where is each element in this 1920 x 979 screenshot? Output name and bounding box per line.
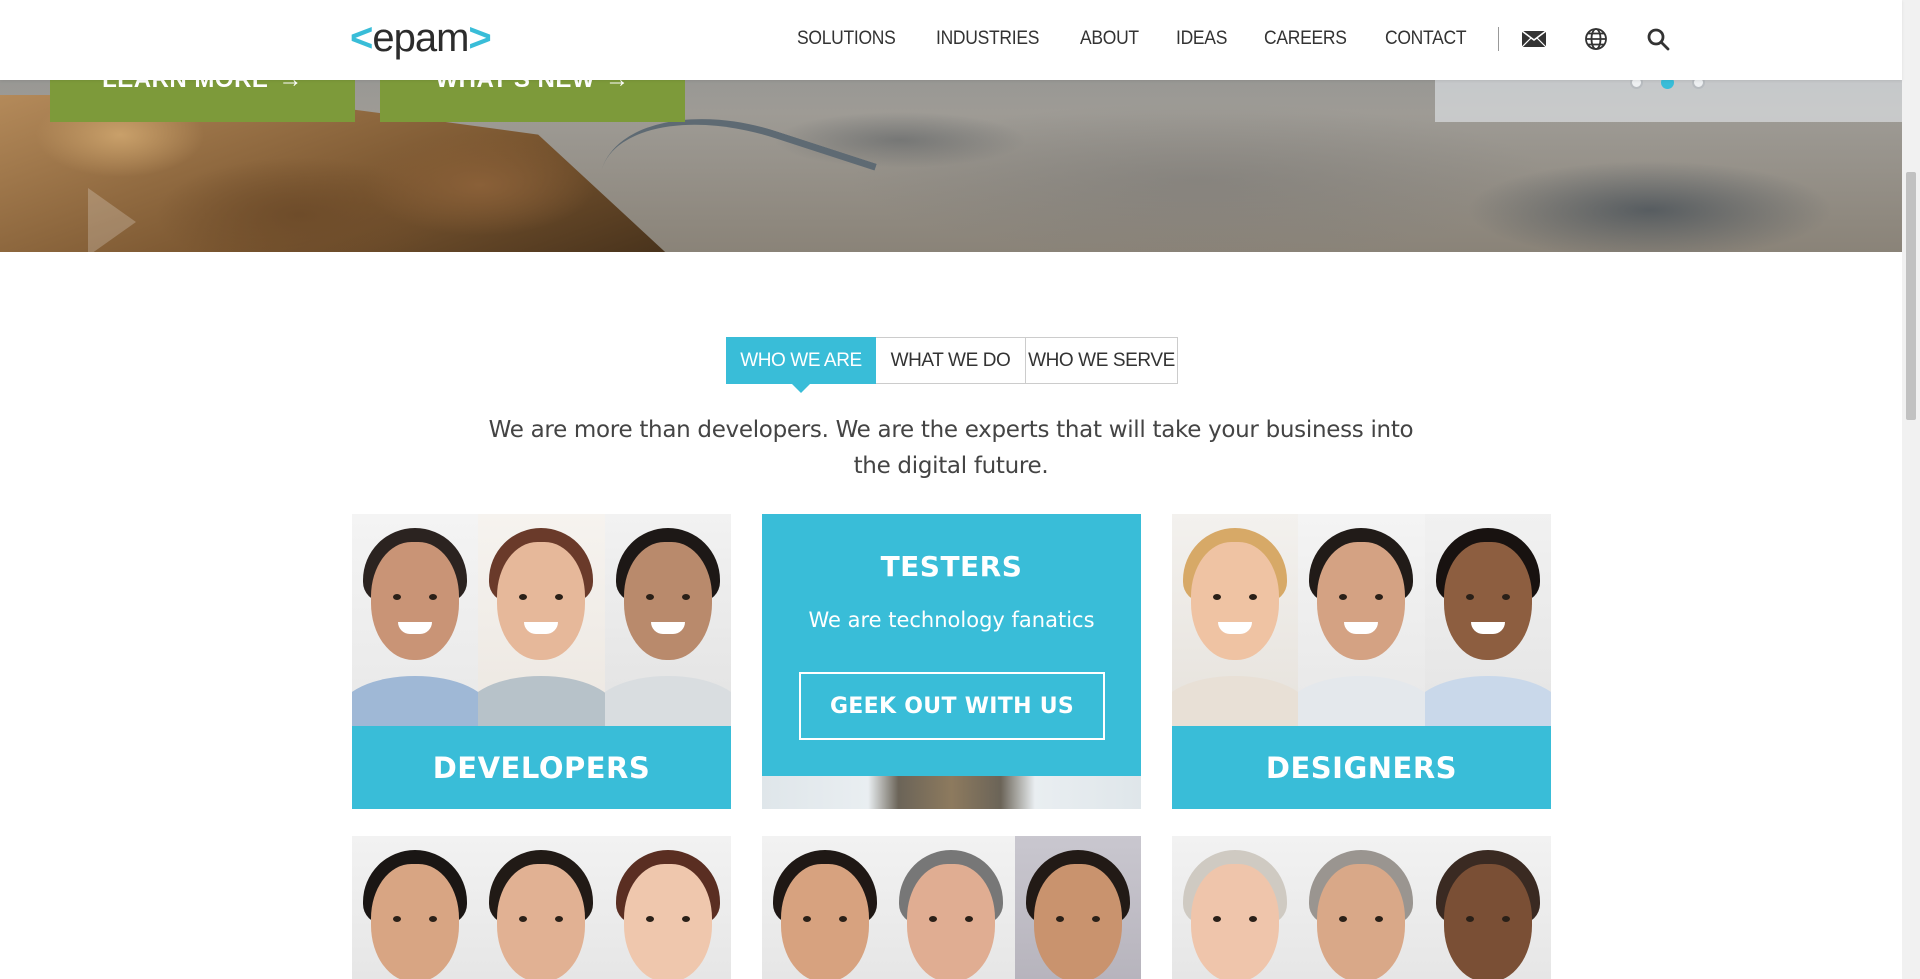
people-card[interactable]: [1172, 836, 1551, 979]
site-header: <epam> SOLUTIONS INDUSTRIES ABOUT IDEAS …: [0, 0, 1902, 80]
logo-bracket-left: <: [350, 16, 373, 60]
logo-bracket-right: >: [468, 16, 491, 60]
designers-card[interactable]: DESIGNERS: [1172, 514, 1551, 809]
search-icon[interactable]: [1645, 26, 1671, 52]
people-card[interactable]: [352, 836, 731, 979]
mail-icon[interactable]: [1521, 26, 1547, 52]
testers-subtitle: We are technology fanatics: [808, 608, 1095, 632]
person-photo: [604, 514, 731, 726]
nav-careers[interactable]: CAREERS: [1264, 28, 1347, 50]
geek-out-button[interactable]: GEEK OUT WITH US: [799, 672, 1105, 740]
testers-card: TESTERS We are technology fanatics GEEK …: [762, 514, 1141, 809]
developers-label: DEVELOPERS: [352, 726, 731, 809]
scrollbar-thumb[interactable]: [1906, 172, 1916, 420]
person-photo: [352, 836, 479, 979]
person-photo: [1172, 514, 1299, 726]
testers-title: TESTERS: [880, 550, 1023, 583]
person-photo: [352, 514, 479, 726]
person-photo: [1424, 836, 1551, 979]
section-tabs: WHO WE ARE WHAT WE DO WHO WE SERVE: [726, 337, 1178, 393]
nav-ideas[interactable]: IDEAS: [1176, 28, 1227, 50]
tab-what-we-do[interactable]: WHAT WE DO: [876, 337, 1026, 384]
people-photo-strip: [352, 836, 731, 979]
main-nav: SOLUTIONS INDUSTRIES ABOUT IDEAS CAREERS…: [797, 26, 1707, 52]
play-icon[interactable]: [88, 188, 136, 252]
person-photo: [1014, 836, 1141, 979]
logo-text: epam: [372, 16, 469, 60]
nav-industries[interactable]: INDUSTRIES: [936, 28, 1039, 50]
page-scrollbar[interactable]: [1902, 0, 1920, 979]
person-photo: [478, 514, 605, 726]
person-photo: [478, 836, 605, 979]
nav-solutions[interactable]: SOLUTIONS: [797, 28, 896, 50]
people-photo-strip: [1172, 836, 1551, 979]
developers-photo-strip: [352, 514, 731, 726]
person-photo: [762, 836, 889, 979]
epam-logo[interactable]: <epam>: [350, 16, 492, 61]
tab-who-we-serve[interactable]: WHO WE SERVE: [1026, 337, 1178, 384]
person-photo: [604, 836, 731, 979]
designers-photo-strip: [1172, 514, 1551, 726]
people-photo-strip: [762, 836, 1141, 979]
tab-who-we-are[interactable]: WHO WE ARE: [726, 337, 876, 393]
person-photo: [1298, 836, 1425, 979]
nav-divider: [1497, 27, 1499, 51]
people-card[interactable]: [762, 836, 1141, 979]
nav-contact[interactable]: CONTACT: [1385, 28, 1467, 50]
person-photo: [1298, 514, 1425, 726]
person-photo: [888, 836, 1015, 979]
nav-about[interactable]: ABOUT: [1080, 28, 1139, 50]
person-photo: [1172, 836, 1299, 979]
person-photo: [1424, 514, 1551, 726]
testers-photo-peek: [762, 776, 1141, 809]
developers-card[interactable]: DEVELOPERS: [352, 514, 731, 809]
designers-label: DESIGNERS: [1172, 726, 1551, 809]
intro-text: We are more than developers. We are the …: [488, 417, 1414, 479]
globe-icon[interactable]: [1583, 26, 1609, 52]
